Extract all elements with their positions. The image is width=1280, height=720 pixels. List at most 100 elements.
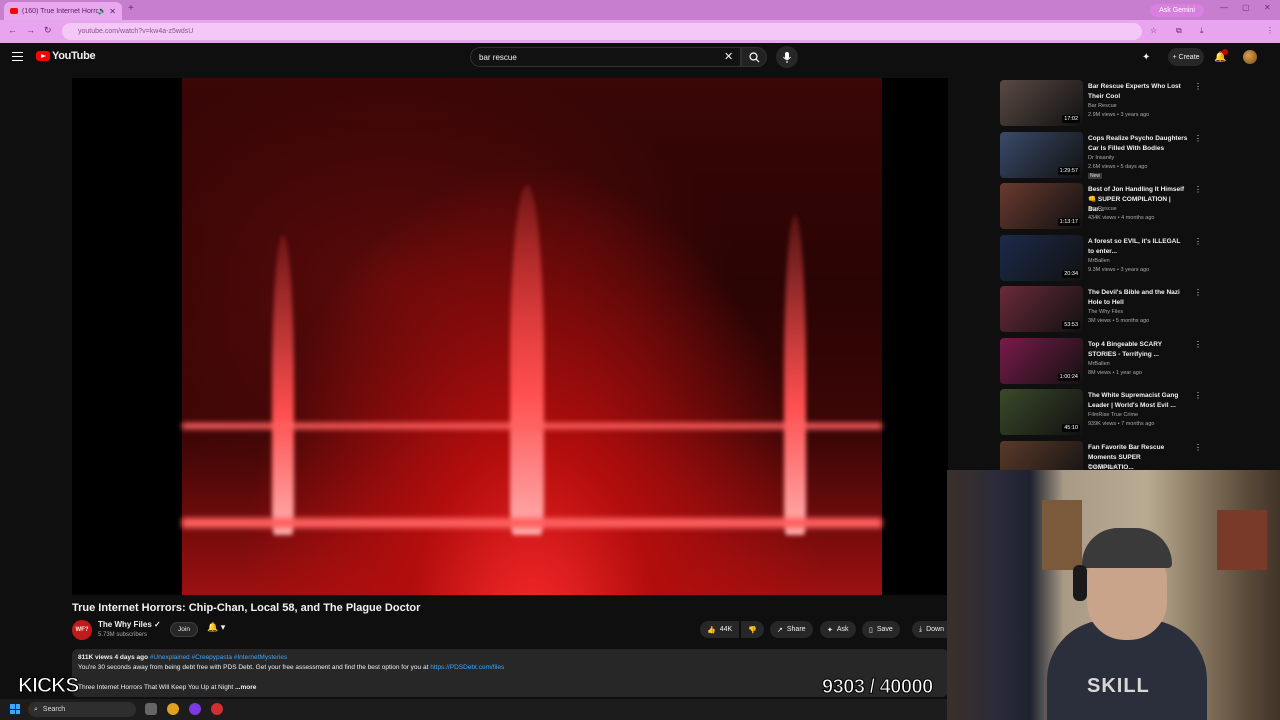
recommendation-meta: 2.6M views • 5 days ago: [1088, 163, 1148, 170]
close-tab-icon[interactable]: ✕: [109, 7, 116, 16]
like-button[interactable]: 👍 44K: [700, 621, 740, 638]
search-button[interactable]: [741, 47, 767, 67]
new-tab-button[interactable]: +: [128, 3, 134, 14]
download-label: Down: [926, 626, 945, 633]
bookmark-star-icon[interactable]: ☆: [1150, 26, 1157, 35]
url-text: youtube.com/watch?v=kw4a-z5wdsU: [78, 28, 194, 35]
download-icon: ⤓: [919, 625, 923, 633]
recommendation-title[interactable]: Cops Realize Psycho Daughters Car Is Fil…: [1088, 134, 1188, 154]
recommendation-title[interactable]: Bar Rescue Experts Who Lost Their Cool: [1088, 82, 1188, 102]
recommendation-channel[interactable]: Bar Rescue: [1088, 103, 1117, 109]
downloads-icon[interactable]: ⤓: [1200, 26, 1204, 36]
youtube-logo-icon[interactable]: [36, 51, 50, 61]
clear-search-icon[interactable]: ✕: [724, 50, 733, 63]
channel-name[interactable]: The Why Files ✓: [98, 620, 161, 629]
thumbs-up-icon: 👍: [707, 626, 716, 634]
save-button[interactable]: ▯ Save: [862, 621, 900, 638]
recommendation-title[interactable]: The Devil's Bible and the Nazi Hole to H…: [1088, 288, 1188, 308]
shirt-text: SKILL: [1087, 675, 1150, 697]
youtube-logo-text[interactable]: YouTube: [52, 50, 96, 62]
subscription-bell-icon[interactable]: 🔔 ▾: [207, 622, 225, 633]
recommendation-title[interactable]: Top 4 Bingeable SCARY STORIES - Terrifyi…: [1088, 340, 1188, 360]
video-thumbnail[interactable]: 1:00:24: [1000, 337, 1083, 384]
url-input[interactable]: youtube.com/watch?v=kw4a-z5wdsU: [62, 23, 1142, 40]
browser-menu-icon[interactable]: ⋮: [1266, 26, 1274, 35]
recommendation-channel[interactable]: Bar Rescue: [1088, 464, 1117, 470]
windows-taskbar: ⌕ Search: [0, 699, 947, 720]
video-thumbnail[interactable]: 45:10: [1000, 389, 1083, 435]
recommendation-item[interactable]: 1:13:17 Best of Jon Handling It Himself 👊…: [1000, 183, 1202, 231]
recommendation-channel[interactable]: FilmRise True Crime: [1088, 412, 1138, 418]
recommendation-item[interactable]: 1:00:24 Top 4 Bingeable SCARY STORIES - T…: [1000, 337, 1202, 386]
recommendation-channel[interactable]: MrBallen: [1088, 361, 1110, 367]
speaker-icon[interactable]: 🔊: [98, 7, 107, 15]
recommendation-item[interactable]: 20:34 A forest so EVIL, it's ILLEGAL to e…: [1000, 234, 1202, 283]
voice-search-button[interactable]: [776, 46, 798, 68]
video-thumbnail[interactable]: 1:13:17: [1000, 183, 1083, 229]
search-input[interactable]: bar rescue: [470, 47, 741, 67]
more-options-icon[interactable]: ⋮: [1194, 185, 1202, 194]
minimize-icon[interactable]: —: [1220, 3, 1228, 12]
video-thumbnail[interactable]: 53:53: [1000, 286, 1083, 332]
more-options-icon[interactable]: ⋮: [1194, 82, 1202, 91]
description-tags[interactable]: #Unexplained #Creepypasta #InternetMyste…: [150, 654, 287, 661]
ask-button[interactable]: ✦ Ask: [820, 621, 856, 638]
forward-icon[interactable]: →: [26, 25, 35, 35]
back-icon[interactable]: ←: [8, 25, 17, 35]
water-reflection: [182, 423, 882, 429]
user-avatar[interactable]: [1243, 50, 1257, 64]
more-options-icon[interactable]: ⋮: [1194, 288, 1202, 297]
share-icon: ↗: [777, 626, 783, 634]
recommendation-title[interactable]: A forest so EVIL, it's ILLEGAL to enter.…: [1088, 237, 1188, 257]
windows-start-icon[interactable]: [10, 704, 20, 714]
window-close-icon[interactable]: ✕: [1264, 3, 1271, 12]
menu-icon[interactable]: [12, 52, 23, 61]
discord-icon[interactable]: [189, 703, 201, 715]
ask-label: Ask: [836, 626, 849, 633]
recommendation-item[interactable]: 53:53 The Devil's Bible and the Nazi Hole…: [1000, 286, 1202, 334]
video-title: True Internet Horrors: Chip-Chan, Local …: [72, 602, 421, 614]
more-options-icon[interactable]: ⋮: [1194, 134, 1202, 143]
extensions-icon[interactable]: ⧉: [1176, 26, 1182, 36]
more-options-icon[interactable]: ⋮: [1194, 237, 1202, 246]
join-button[interactable]: Join: [170, 622, 198, 637]
tab-title: (160) True Internet Horrors: [22, 7, 98, 15]
recommendation-item[interactable]: 1:29:57 Cops Realize Psycho Daughters Car…: [1000, 131, 1202, 180]
chrome-icon[interactable]: [167, 703, 179, 715]
plus-icon: +: [1172, 53, 1177, 61]
more-button[interactable]: ...more: [235, 684, 256, 691]
more-options-icon[interactable]: ⋮: [1194, 340, 1202, 349]
recommendation-channel[interactable]: Dr Insanity: [1088, 155, 1114, 161]
reload-icon[interactable]: ↻: [44, 25, 52, 36]
maximize-icon[interactable]: ▢: [1242, 3, 1250, 12]
create-button[interactable]: + Create: [1168, 48, 1204, 66]
dislike-button[interactable]: 👎: [741, 621, 764, 638]
cast-icon[interactable]: ✦: [1142, 52, 1150, 63]
duration-badge: 17:02: [1062, 115, 1080, 123]
ask-gemini-button[interactable]: Ask Gemini: [1150, 4, 1204, 17]
taskbar-search[interactable]: ⌕ Search: [28, 702, 136, 717]
recommendation-channel[interactable]: The Why Files: [1088, 309, 1123, 315]
video-thumbnail[interactable]: 17:02: [1000, 80, 1083, 126]
video-player[interactable]: [72, 78, 948, 595]
more-options-icon[interactable]: ⋮: [1194, 391, 1202, 400]
channel-avatar[interactable]: WF?: [72, 620, 92, 640]
recommendation-channel[interactable]: Bar Rescue: [1088, 206, 1117, 212]
more-options-icon[interactable]: ⋮: [1194, 443, 1202, 452]
browser-tab[interactable]: (160) True Internet Horrors 🔊 ✕: [4, 2, 122, 20]
recommendation-channel[interactable]: MrBallen: [1088, 258, 1110, 264]
fountain-right: [784, 215, 806, 535]
person-hat: [1082, 528, 1172, 568]
recommendation-meta: 434K views • 4 months ago: [1088, 215, 1155, 221]
download-button[interactable]: ⤓ Down: [912, 621, 948, 638]
recommendation-title[interactable]: The White Supremacist Gang Leader | Worl…: [1088, 391, 1188, 411]
description-line-3: Three Internet Horrors That Will Keep Yo…: [78, 684, 257, 691]
video-thumbnail[interactable]: 1:29:57: [1000, 131, 1083, 178]
recommendation-item[interactable]: 45:10 The White Supremacist Gang Leader |…: [1000, 389, 1202, 437]
recommendation-item[interactable]: 17:02 Bar Rescue Experts Who Lost Their C…: [1000, 80, 1202, 128]
obs-icon[interactable]: [211, 703, 223, 715]
file-explorer-icon[interactable]: [145, 703, 157, 715]
share-button[interactable]: ↗ Share: [770, 621, 813, 638]
video-thumbnail[interactable]: 20:34: [1000, 234, 1083, 281]
description-link[interactable]: https://PDSDebt.com/files: [430, 664, 504, 671]
